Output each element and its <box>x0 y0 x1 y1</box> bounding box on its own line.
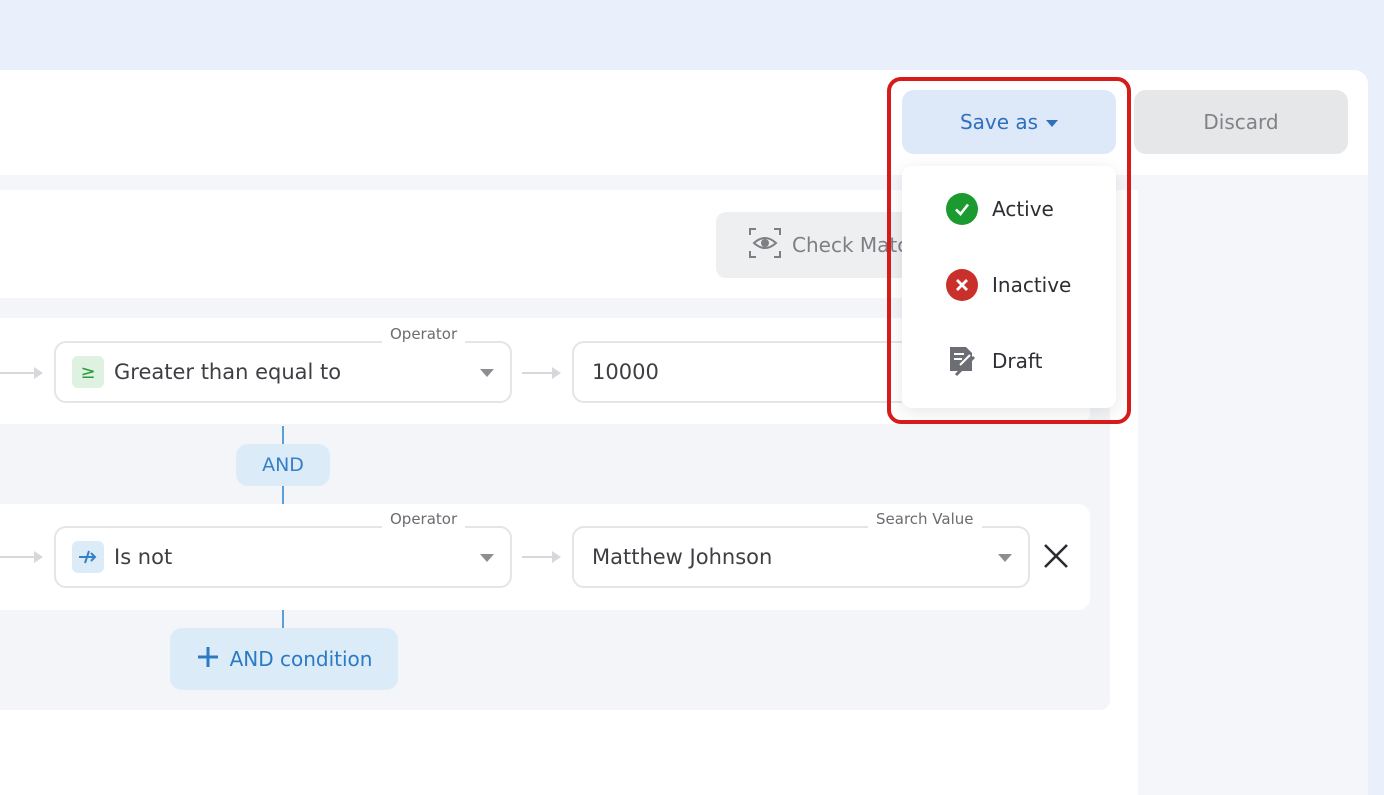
chevron-down-icon <box>998 554 1012 562</box>
arrow-right-icon <box>552 367 561 379</box>
connector-line <box>282 426 284 444</box>
value-text: Matthew Johnson <box>592 545 773 569</box>
connector-line <box>282 486 284 504</box>
check-match-label: Check Matc <box>792 233 909 257</box>
not-equal-icon <box>72 541 104 573</box>
value-input[interactable]: 10000 <box>572 341 902 403</box>
menu-item-draft[interactable]: Draft <box>902 331 1116 391</box>
and-connector-badge[interactable]: AND <box>236 444 330 486</box>
save-as-label: Save as <box>959 110 1039 134</box>
discard-button[interactable]: Discard <box>1134 90 1348 154</box>
operator-label: Operator <box>382 510 466 528</box>
add-and-condition-button[interactable]: AND condition <box>170 628 398 690</box>
eye-scan-icon <box>748 226 782 265</box>
search-value-select[interactable]: Search Value Matthew Johnson <box>572 510 1030 588</box>
menu-item-label: Inactive <box>992 273 1072 297</box>
operator-select[interactable]: Operator Is not <box>54 510 512 588</box>
operator-value: Is not <box>114 545 173 569</box>
connector-line <box>522 556 552 558</box>
chevron-down-icon <box>480 369 494 377</box>
menu-item-active[interactable]: Active <box>902 179 1116 239</box>
save-as-menu: Active Inactive Draft <box>902 166 1116 408</box>
chevron-down-icon <box>480 554 494 562</box>
connector-line <box>0 556 34 558</box>
save-as-button[interactable]: Save as <box>902 90 1116 154</box>
menu-item-label: Active <box>992 197 1054 221</box>
menu-item-inactive[interactable]: Inactive <box>902 255 1116 315</box>
search-value-label: Search Value <box>868 510 982 528</box>
connector-line <box>282 610 284 628</box>
check-circle-icon <box>946 193 978 225</box>
operator-select[interactable]: Operator ≥ Greater than equal to <box>54 325 512 403</box>
plus-icon <box>196 645 220 674</box>
value-text: 10000 <box>592 360 659 384</box>
add-condition-label: AND condition <box>229 647 373 671</box>
arrow-right-icon <box>552 551 561 563</box>
arrow-right-icon <box>34 551 43 563</box>
draft-document-icon <box>946 345 978 377</box>
caret-down-icon <box>1046 119 1059 127</box>
x-circle-icon <box>946 269 978 301</box>
connector-line <box>522 372 552 374</box>
arrow-right-icon <box>34 367 43 379</box>
menu-item-label: Draft <box>992 349 1043 373</box>
operator-label: Operator <box>382 325 466 343</box>
operator-value: Greater than equal to <box>114 360 342 384</box>
connector-line <box>0 372 34 374</box>
greater-than-equal-icon: ≥ <box>72 356 104 388</box>
remove-condition-icon[interactable] <box>1040 540 1072 572</box>
